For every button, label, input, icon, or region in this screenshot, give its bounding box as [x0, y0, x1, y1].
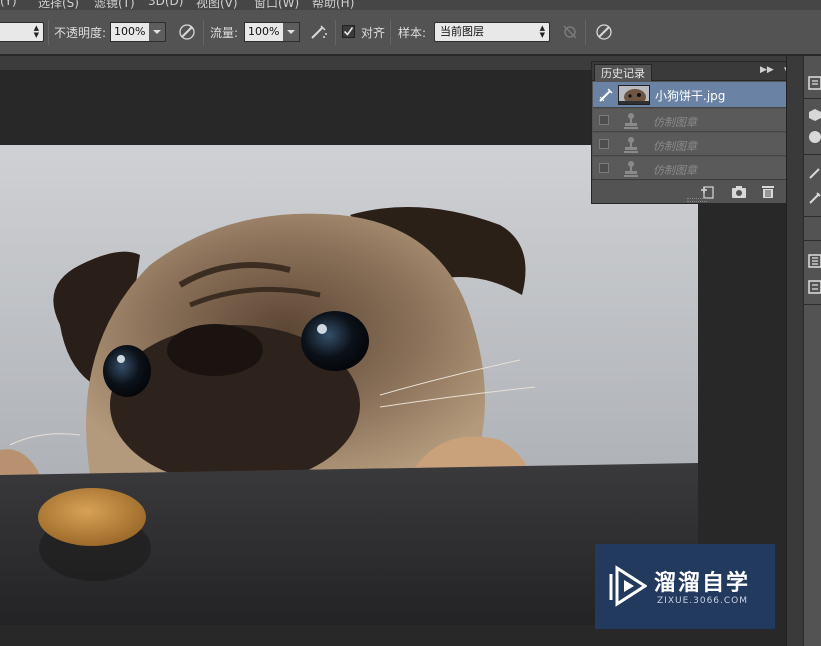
trash-icon[interactable] [760, 184, 776, 199]
history-step-row[interactable]: 仿制图章 [593, 157, 787, 180]
watermark-title: 溜溜自学 [654, 571, 751, 596]
opacity-label: 不透明度: [54, 26, 107, 40]
toolbar-divider [390, 20, 391, 45]
snapshot-label: 小狗饼干.jpg [655, 89, 726, 103]
options-bar: ▲ ▼ 不透明度: 100% 流量: 100% 对齐 样本: 当前图层 ▲ ▼ [0, 10, 821, 55]
dock-divider [804, 304, 821, 305]
play-logo-icon [609, 565, 647, 607]
toolbar-divider [48, 20, 49, 45]
menu-item-3d[interactable]: 3D(D) [148, 0, 183, 8]
clone-source-dock-icon[interactable] [808, 191, 821, 205]
menu-item-window[interactable]: 窗口(W) [254, 0, 299, 10]
collapse-panel-icon[interactable]: ▶▶ [760, 65, 774, 75]
brush-pressure-size-icon[interactable] [594, 22, 614, 42]
watermark-url: ZIXUE.3066.COM [657, 596, 749, 606]
toolbar-divider [585, 20, 586, 45]
3d-dock-icon[interactable] [808, 108, 821, 122]
airbrush-icon[interactable] [309, 22, 329, 42]
align-label: 对齐 [361, 26, 386, 40]
history-source-checkbox[interactable] [599, 115, 609, 125]
select-arrows-icon: ▲ ▼ [33, 24, 39, 39]
toolbar-divider [203, 20, 204, 45]
clone-stamp-icon [624, 161, 638, 177]
brush-pressure-icon[interactable] [177, 22, 197, 42]
tab-history[interactable]: 历史记录 [594, 64, 652, 81]
color-dock-icon[interactable] [808, 130, 821, 144]
history-snapshot-row[interactable]: 小狗饼干.jpg [593, 82, 787, 108]
toolbar-divider [335, 20, 336, 45]
flow-input[interactable]: 100% [244, 22, 284, 42]
history-step-label: 仿制图章 [653, 140, 697, 153]
document-canvas[interactable] [0, 145, 698, 625]
opacity-dropdown-button[interactable] [149, 22, 166, 42]
dock-gutter [786, 56, 803, 646]
dock-divider [804, 240, 821, 241]
sample-select-value: 当前图层 [440, 25, 484, 38]
sample-ignore-adjust-icon[interactable] [560, 22, 580, 42]
brush-dock-icon[interactable] [808, 166, 821, 180]
history-step-label: 仿制图章 [653, 164, 697, 177]
menu-item-help[interactable]: 帮助(H) [312, 0, 354, 10]
dock-divider [804, 154, 821, 155]
snapshot-thumbnail [618, 85, 650, 105]
history-step-label: 仿制图章 [653, 116, 697, 129]
layers-dock-icon[interactable] [808, 280, 821, 294]
sample-select[interactable]: 当前图层 ▲ ▼ [434, 22, 550, 42]
history-dock-icon[interactable] [808, 76, 821, 90]
history-step-row[interactable]: 仿制图章 [593, 133, 787, 156]
watermark: 溜溜自学 ZIXUE.3066.COM [595, 544, 775, 629]
history-step-row[interactable]: 仿制图章 [593, 109, 787, 132]
dock-divider [804, 216, 821, 217]
new-document-icon[interactable] [700, 184, 716, 199]
panel-resize-grip[interactable] [687, 198, 707, 202]
history-panel: 历史记录 ▶▶ ▾≡ 小狗饼干.jpg 仿制图章 [591, 61, 802, 204]
clone-stamp-icon [624, 113, 638, 129]
sample-label: 样本: [398, 26, 427, 40]
dock-divider [804, 98, 821, 99]
clone-stamp-icon [624, 137, 638, 153]
history-source-checkbox[interactable] [599, 139, 609, 149]
menu-bar: (Y) 选择(S) 滤镜(T) 3D(D) 视图(V) 窗口(W) 帮助(H) [0, 0, 821, 10]
checkmark-icon [343, 27, 354, 36]
flow-label: 流量: [210, 26, 239, 40]
right-panel-dock [803, 56, 821, 646]
menu-item-select[interactable]: 选择(S) [38, 0, 79, 10]
menu-item-view[interactable]: 视图(V) [196, 0, 238, 10]
align-checkbox[interactable] [342, 25, 355, 38]
history-panel-header: 历史记录 ▶▶ ▾≡ [592, 62, 801, 81]
menu-item-filter[interactable]: 滤镜(T) [94, 0, 135, 10]
flow-dropdown-button[interactable] [283, 22, 300, 42]
pug-photo [0, 207, 698, 625]
pug-thumbnail-image [619, 86, 649, 104]
info-dock-icon[interactable] [808, 254, 821, 268]
history-source-checkbox[interactable] [599, 163, 609, 173]
mode-select[interactable]: ▲ ▼ [0, 22, 44, 42]
history-brush-source-icon[interactable] [598, 87, 614, 103]
select-arrows-icon: ▲ ▼ [539, 24, 545, 39]
menu-item-partial[interactable]: (Y) [0, 0, 17, 8]
opacity-input[interactable]: 100% [110, 22, 150, 42]
camera-icon[interactable] [731, 184, 747, 199]
